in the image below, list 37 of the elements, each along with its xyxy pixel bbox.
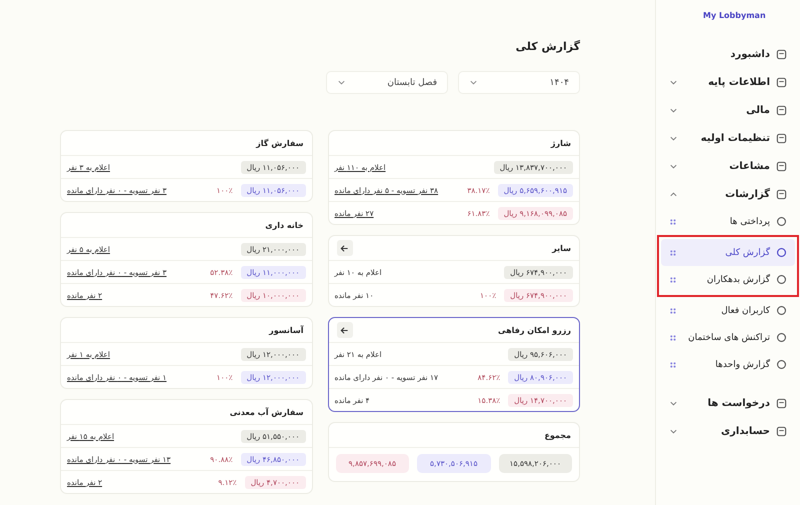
card-title: شارژ <box>550 138 571 148</box>
card-title: خانه داری <box>265 220 304 230</box>
sidebar-item[interactable]: کاربران فعال <box>661 297 795 324</box>
arrow-left-icon <box>340 326 349 334</box>
arrow-left-icon <box>340 244 349 252</box>
card-title: سفارش آب معدنی <box>230 408 304 416</box>
arrow-button[interactable] <box>336 322 352 338</box>
card-title: مجموع <box>544 430 571 440</box>
page-title: گزارش کلی <box>514 40 580 53</box>
dots-icon <box>669 306 677 314</box>
sidebar-item[interactable]: گزارش کلی <box>661 239 795 266</box>
dropdown[interactable]: ۱۴۰۴ <box>458 71 580 94</box>
sidebar-item[interactable]: داشبورد <box>661 40 795 68</box>
sidebar-item[interactable]: مشاعات <box>661 152 795 180</box>
dropdown[interactable]: فصل تابستان <box>326 71 448 94</box>
sidebar-item[interactable]: پرداختی ها <box>661 208 795 235</box>
sidebar-item[interactable]: مالی <box>661 96 795 124</box>
sidebar-item[interactable]: تنظیمات اولیه <box>661 124 795 152</box>
sidebar-item[interactable]: گزارشات <box>661 180 795 208</box>
card-title: آسانسور <box>269 326 304 334</box>
logo: My Lobbyman <box>702 10 767 22</box>
card-title: سایر <box>552 244 571 252</box>
card-title: رزرو امکان رفاهی <box>498 326 571 334</box>
dots-icon <box>669 334 677 342</box>
sidebar-item[interactable]: حسابداری <box>661 417 795 445</box>
arrow-button[interactable] <box>336 240 352 256</box>
sidebar-item[interactable]: درخواست ها <box>661 389 795 417</box>
sidebar-item[interactable]: گزارش واحدها <box>661 351 795 378</box>
chevron-icon <box>469 78 478 87</box>
dots-icon <box>669 276 677 284</box>
dots-icon <box>669 248 677 256</box>
dots-icon <box>669 218 677 226</box>
dots-icon <box>669 360 677 368</box>
sidebar-item[interactable]: اطلاعات پایه <box>661 68 795 96</box>
chevron-icon <box>337 78 346 87</box>
card-title: سفارش گاز <box>256 138 304 148</box>
sidebar-item[interactable]: تراکنش های ساختمان <box>661 324 795 351</box>
